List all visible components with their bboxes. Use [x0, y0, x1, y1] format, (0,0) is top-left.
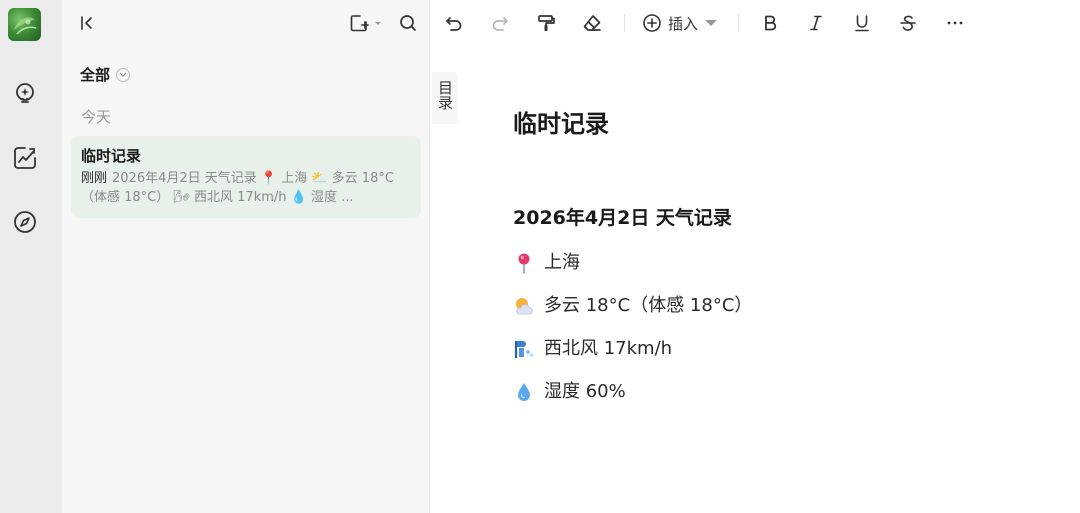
folder-title: 全部	[80, 66, 111, 84]
note-list-item[interactable]: 临时记录 刚刚 2026年4月2日 天气记录 📍 上海 ⛅ 多云 18°C（体感 …	[71, 136, 421, 218]
new-note-icon	[350, 15, 381, 32]
bold-button[interactable]	[759, 11, 781, 35]
folder-selector[interactable]: 全部	[80, 64, 131, 85]
note-item-preview-text: 2026年4月2日 天气记录 📍 上海 ⛅ 多云 18°C（体感 18°C） 🌬…	[81, 171, 394, 205]
note-item-title: 临时记录	[81, 147, 142, 165]
paragraph-humidity[interactable]: 湿度 60%	[513, 379, 1053, 405]
wind-text: 西北风 17km/h	[544, 338, 673, 359]
collapse-left-icon	[81, 16, 92, 30]
paint-roller-icon	[538, 15, 555, 31]
date-group-label: 今天	[81, 108, 112, 126]
redo-button[interactable]	[489, 11, 511, 35]
paragraph-wind[interactable]: 西北风 17km/h	[513, 336, 1053, 362]
bold-icon	[765, 15, 777, 31]
italic-button[interactable]	[805, 11, 827, 35]
new-note-button[interactable]	[348, 11, 384, 35]
clear-format-button[interactable]	[581, 11, 603, 35]
document-title[interactable]: 临时记录	[513, 104, 1053, 144]
wind-icon	[513, 338, 535, 360]
partly-cloudy-icon	[513, 295, 535, 317]
underline-button[interactable]	[851, 11, 873, 35]
discover-button[interactable]	[9, 206, 41, 238]
humidity-text: 湿度 60%	[544, 381, 626, 402]
avatar[interactable]	[8, 8, 41, 41]
compass-icon	[14, 211, 36, 233]
insert-menu-button[interactable]: 插入	[642, 11, 721, 35]
chevron-down-icon	[116, 67, 131, 82]
chart-pen-icon	[14, 147, 36, 169]
toolbar-divider	[624, 14, 625, 32]
plus-circle-icon	[643, 14, 661, 32]
format-painter-button[interactable]	[535, 11, 557, 35]
paragraph-weather[interactable]: 多云 18°C（体感 18°C）	[513, 293, 1053, 319]
droplet-icon	[513, 381, 535, 403]
more-horizontal-icon	[947, 21, 963, 25]
insert-label: 插入	[668, 14, 699, 33]
app-rail	[0, 0, 62, 513]
weather-text: 多云 18°C（体感 18°C）	[544, 295, 753, 316]
italic-icon	[810, 15, 822, 31]
toc-tab[interactable]: 目录	[432, 72, 458, 124]
collapse-sidebar-button[interactable]	[75, 11, 99, 35]
strikethrough-icon	[900, 15, 916, 31]
note-item-time: 刚刚	[81, 171, 108, 186]
ideas-button[interactable]	[9, 78, 41, 110]
caret-down-icon	[705, 20, 718, 26]
undo-icon	[446, 17, 462, 31]
document-body[interactable]: 临时记录 2026年4月2日 天气记录 上海 多云 18°C（体感 18°C）	[513, 104, 1053, 422]
pin-icon	[513, 252, 535, 274]
eraser-icon	[583, 15, 601, 31]
undo-button[interactable]	[443, 11, 465, 35]
document-heading[interactable]: 2026年4月2日 天气记录	[513, 204, 1053, 232]
toolbar-divider	[738, 14, 739, 32]
lightbulb-icon	[16, 83, 34, 103]
paragraph-location[interactable]: 上海	[513, 250, 1053, 276]
note-item-preview: 刚刚 2026年4月2日 天气记录 📍 上海 ⛅ 多云 18°C（体感 18°C）…	[81, 169, 397, 207]
redo-icon	[492, 17, 508, 31]
note-list-panel: 全部 今天 临时记录 刚刚 2026年4月2日 天气记录 📍 上海 ⛅ 多云 18…	[62, 0, 430, 513]
search-icon	[400, 15, 416, 31]
location-text: 上海	[544, 252, 580, 273]
more-button[interactable]	[944, 11, 966, 35]
analytics-button[interactable]	[9, 142, 41, 174]
underline-icon	[855, 15, 869, 32]
search-button[interactable]	[396, 11, 420, 35]
strikethrough-button[interactable]	[897, 11, 919, 35]
